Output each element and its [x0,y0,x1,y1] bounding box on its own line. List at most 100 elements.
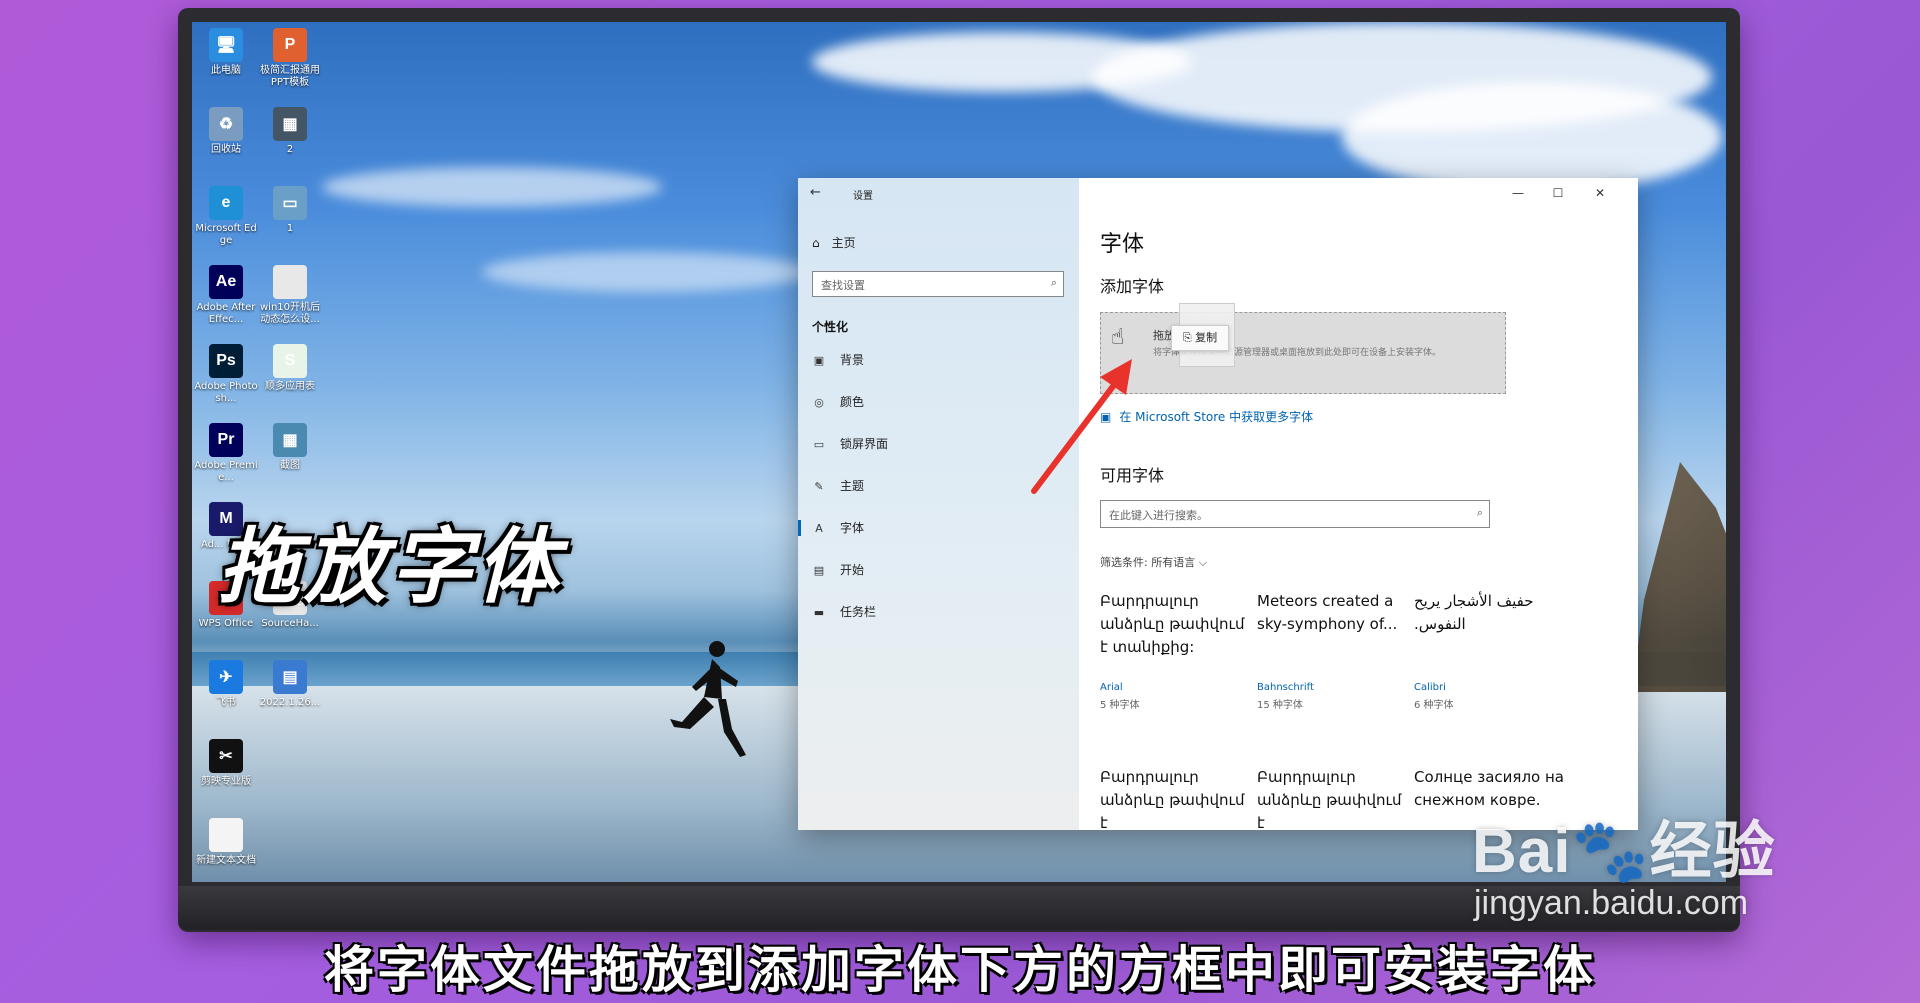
nav-item-label: 颜色 [840,395,865,409]
app-icon: ✂ [209,739,243,773]
language-filter-dropdown[interactable]: 筛选条件: 所有语言 ⌵ [1100,554,1207,570]
font-sample: حفيف الأشجار يريح النفوس. [1414,592,1534,633]
nav-home[interactable]: ⌂ 主页 [812,234,856,251]
font-name: Arial [1100,682,1123,693]
nav-item[interactable]: ▤ 开始 [798,554,1079,586]
nav-item-icon: ▣ [813,354,825,367]
nav-item-icon: ✎ [814,480,824,493]
nav-item-label: 任务栏 [840,605,877,619]
subtitle-caption: 将字体文件拖放到添加字体下方的方框中即可安装字体 [324,941,1596,999]
nav-item-icon: ◎ [814,396,824,409]
settings-content: 字体 添加字体 ☝ 拖放 将字体文件从文件资源管理器或桌面拖放到此处即可在设备上… [1079,178,1638,830]
app-icon [273,265,307,299]
desktop-icon[interactable]: S 顺多应用表 [258,344,322,393]
app-icon: 🖥 [209,28,243,62]
desktop-icon-label: WPS Office [198,618,254,629]
font-card[interactable]: Meteors created a sky-symphony of... Bahn… [1257,590,1407,711]
app-icon [209,818,243,852]
app-icon: Ae [209,265,243,299]
drag-hand-icon: ☝ [1111,325,1125,350]
desktop-icon[interactable]: ✈ 飞书 [194,660,258,709]
font-sample: Բարդրալուր անձրևը թափվում է տանիքից: [1100,592,1245,656]
app-icon: ▦ [273,107,307,141]
font-name: Bahnschrift [1257,682,1314,693]
nav-item-label: 背景 [840,353,865,367]
desktop-icon[interactable]: Ae Adobe After Effec... [194,265,258,326]
font-card[interactable]: Բարդրալուր անձրևը թափվում է [1257,766,1407,830]
settings-search-input[interactable]: 查找设置 ⌕ [812,271,1064,297]
desktop-icon-label: SourceHa... [261,618,319,629]
desktop-icon[interactable]: ✂ 剪映专业版 [194,739,258,788]
font-card[interactable]: Բարդրալուր անձրևը թափվում է տանիքից: Aria… [1100,590,1250,711]
font-search-input[interactable]: 在此键入进行搜索。 ⌕ [1100,500,1490,528]
app-icon: ▤ [273,660,307,694]
desktop-icon-label: Microsoft Edge [195,223,257,246]
watermark-url: jingyan.baidu.com [1474,884,1749,922]
watermark-logo: Bai🐾经验 [1472,817,1776,886]
desktop-icon[interactable]: 新建文本文档 [194,818,258,867]
desktop-icon-label: 回收站 [211,144,241,155]
desktop-icon[interactable]: ♻ 回收站 [194,107,258,156]
desktop-icon[interactable]: e Microsoft Edge [194,186,258,247]
font-count: 15 种字体 [1257,700,1303,711]
baidu-watermark: Bai🐾经验 jingyan.baidu.com [1472,800,1776,923]
font-card[interactable]: Բարդրալուր անձրևը թափվում է [1100,766,1250,830]
settings-nav: ⌂ 主页 查找设置 ⌕ 个性化 ▣ 背景 ◎ 颜色 ▭ 锁屏界面 ✎ 主题 A 字体 ▤ 开始 ▬ 任务栏 [798,178,1079,830]
nav-item[interactable]: A 字体 [798,512,1079,544]
app-icon: e [209,186,243,220]
font-dropzone[interactable]: ☝ 拖放 将字体文件从文件资源管理器或桌面拖放到此处即可在设备上安装字体。 ⎘ … [1100,303,1506,394]
back-arrow-icon[interactable]: ← [810,185,821,200]
desktop-icon[interactable]: win10开机后动态怎么设... [258,265,322,326]
settings-search-placeholder: 查找设置 [821,279,865,292]
copy-tooltip: ⎘ 复制 [1171,325,1229,351]
runner-silhouette [670,641,746,757]
nav-section-title: 个性化 [812,320,849,334]
app-icon: ✈ [209,660,243,694]
copy-tooltip-label: 复制 [1195,331,1218,344]
page-title: 字体 [1100,232,1145,257]
desktop-icon-label: Adobe Photosh... [194,381,258,404]
search-icon: ⌕ [1476,506,1483,519]
desktop-icon[interactable]: ▤ 2022.1.26... [258,660,322,709]
overlay-title: 拖放字体 [218,520,562,615]
nav-item-icon: A [815,522,823,535]
desktop-icon-label: 此电脑 [211,65,241,76]
add-fonts-heading: 添加字体 [1100,277,1165,296]
desktop-icon[interactable]: ▦ 2 [258,107,322,156]
font-sample: Բարդրալուր անձրևը թափվում է [1100,768,1245,830]
font-sample: Meteors created a sky-symphony of... [1257,592,1398,633]
nav-item-label: 主题 [840,479,865,493]
desktop-icon-label: 截图 [280,460,300,471]
desktop-icon[interactable]: ▦ 截图 [258,423,322,472]
desktop-icon[interactable]: 🖥 此电脑 [194,28,258,77]
desktop-icon[interactable]: Pr Adobe Premie... [194,423,258,484]
desktop-icon-label: 剪映专业版 [201,776,251,787]
font-count: 5 种字体 [1100,700,1140,711]
nav-item-icon: ▤ [813,564,825,577]
nav-item-icon: ▬ [813,606,825,619]
app-icon: S [273,344,307,378]
app-icon: ▦ [273,423,307,457]
window-title: 设置 [853,191,873,202]
desktop-icon-label: win10开机后动态怎么设... [259,302,321,325]
app-icon: Ps [209,344,243,378]
search-icon: ⌕ [1050,276,1057,289]
app-icon: ♻ [209,107,243,141]
nav-item-label: 开始 [840,563,865,577]
font-card[interactable]: حفيف الأشجار يريح النفوس. Calibri 6 种字体 [1414,590,1564,711]
red-arrow-annotation [1031,359,1132,494]
desktop-icon-label: 2 [286,144,294,155]
desktop-icon[interactable]: P 极简汇报通用PPT模板 [258,28,322,89]
desktop-icon-label: 新建文本文档 [196,855,256,866]
desktop-icon[interactable]: Ps Adobe Photosh... [194,344,258,405]
copy-icon: ⎘ [1182,331,1196,344]
desktop-icon-label: Adobe Premie... [194,460,258,483]
app-icon: P [273,28,307,62]
nav-item[interactable]: ▬ 任务栏 [798,596,1079,628]
desktop-icon[interactable]: ▭ 1 [258,186,322,235]
font-search-placeholder: 在此键入进行搜索。 [1109,509,1208,522]
app-icon: Pr [209,423,243,457]
font-name: Calibri [1414,682,1446,693]
app-icon: ▭ [273,186,307,220]
store-link-label: 在 Microsoft Store 中获取更多字体 [1119,410,1314,424]
